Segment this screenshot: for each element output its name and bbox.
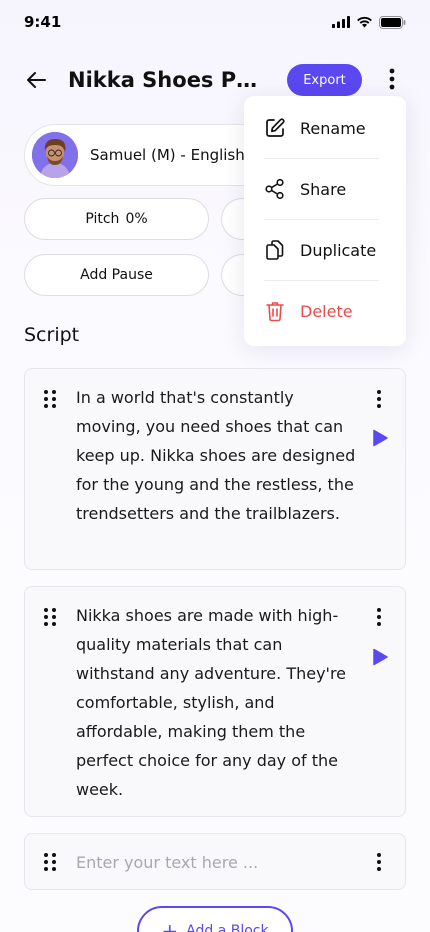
block-text-input[interactable] xyxy=(76,850,346,874)
script-block: In a world that's constantly moving, you… xyxy=(24,368,406,570)
menu-item-label: Delete xyxy=(300,301,353,321)
block-more-button[interactable] xyxy=(371,389,387,411)
menu-item-label: Rename xyxy=(300,118,366,138)
block-more-button[interactable] xyxy=(371,607,387,629)
block-more-button[interactable] xyxy=(371,852,387,874)
voice-name: Samuel (M) - English xyxy=(90,146,245,164)
block-text[interactable]: In a world that's constantly moving, you… xyxy=(76,383,362,528)
add-block-label: Add a Block xyxy=(186,923,269,932)
play-button[interactable] xyxy=(371,648,389,666)
menu-divider xyxy=(264,219,379,220)
block-text[interactable]: Nikka shoes are made with high-quality m… xyxy=(76,601,362,804)
cellular-signal-icon xyxy=(332,16,350,28)
trash-icon xyxy=(264,300,286,322)
edit-icon xyxy=(264,117,286,139)
add-block-button[interactable]: + Add a Block xyxy=(137,906,293,932)
menu-item-label: Share xyxy=(300,179,347,199)
play-button[interactable] xyxy=(371,429,389,447)
pitch-control[interactable]: Pitch 0% xyxy=(24,198,209,240)
menu-item-rename[interactable]: Rename xyxy=(264,99,379,157)
script-title: Script xyxy=(24,324,80,346)
drag-handle-icon xyxy=(44,853,56,871)
arrow-left-icon xyxy=(27,72,46,88)
back-button[interactable] xyxy=(24,66,52,94)
add-pause-button[interactable]: Add Pause xyxy=(24,254,209,296)
duplicate-icon xyxy=(264,239,286,261)
drag-handle[interactable] xyxy=(42,852,58,872)
page-title: Nikka Shoes Pro... xyxy=(68,68,258,92)
options-menu: Rename Share Duplicate Delete xyxy=(244,96,406,346)
drag-handle[interactable] xyxy=(42,607,58,627)
script-block-empty xyxy=(24,833,406,890)
export-button[interactable]: Export xyxy=(287,64,362,96)
battery-icon xyxy=(379,15,406,29)
avatar xyxy=(32,132,78,178)
more-options-button[interactable] xyxy=(382,68,402,92)
drag-handle-icon xyxy=(44,390,56,408)
share-icon xyxy=(264,178,286,200)
menu-item-delete[interactable]: Delete xyxy=(264,282,379,340)
play-icon xyxy=(373,429,388,447)
plus-icon: + xyxy=(161,919,179,932)
play-icon xyxy=(373,648,388,666)
avatar-person-icon xyxy=(32,132,78,178)
menu-item-label: Duplicate xyxy=(300,240,377,260)
menu-item-share[interactable]: Share xyxy=(264,160,379,218)
add-pause-label: Add Pause xyxy=(80,267,153,283)
wifi-icon xyxy=(357,16,372,28)
more-vertical-icon xyxy=(377,853,381,871)
menu-divider xyxy=(264,280,379,281)
menu-divider xyxy=(264,158,379,159)
status-bar: 9:41 xyxy=(0,0,430,44)
script-block: Nikka shoes are made with high-quality m… xyxy=(24,586,406,817)
status-time: 9:41 xyxy=(24,13,62,31)
status-icons xyxy=(332,15,406,29)
more-vertical-icon xyxy=(377,390,381,408)
drag-handle[interactable] xyxy=(42,389,58,409)
more-vertical-icon xyxy=(389,68,395,90)
more-vertical-icon xyxy=(377,608,381,626)
pitch-label: Pitch xyxy=(85,211,120,227)
drag-handle-icon xyxy=(44,608,56,626)
menu-item-duplicate[interactable]: Duplicate xyxy=(264,221,379,279)
pitch-value: 0% xyxy=(125,211,148,227)
